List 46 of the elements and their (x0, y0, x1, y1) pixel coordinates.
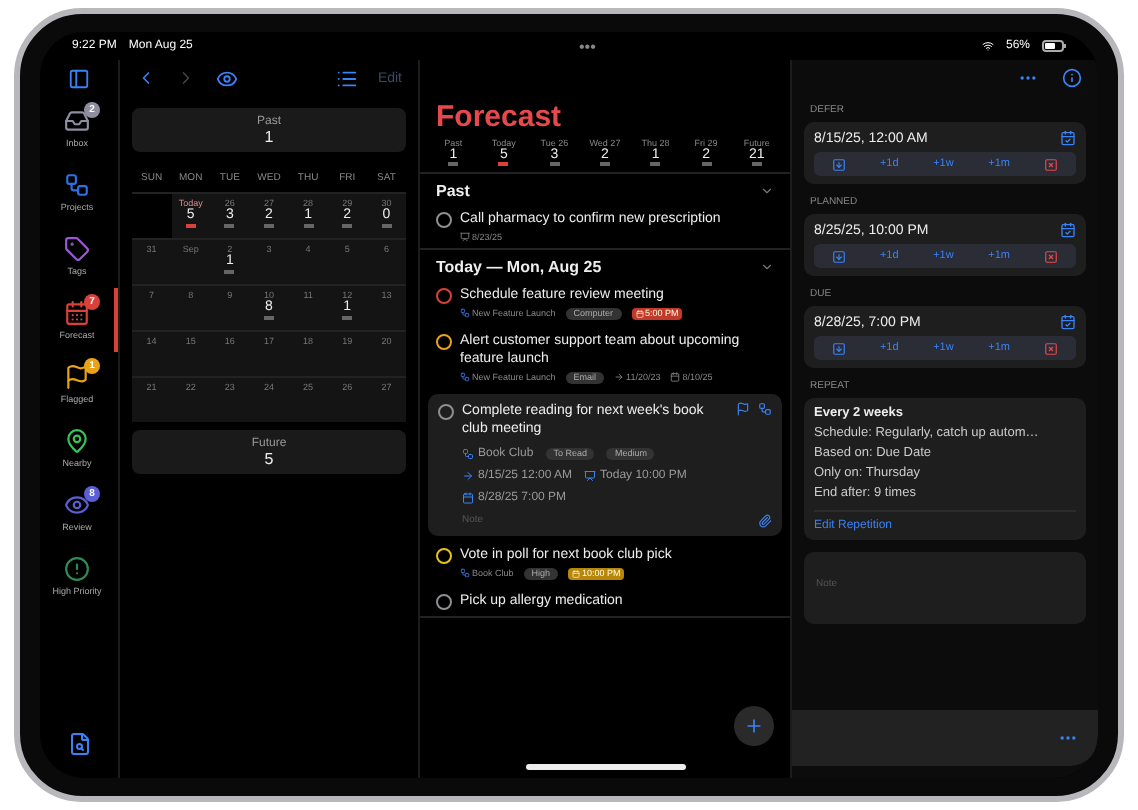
today-icon[interactable] (831, 341, 846, 355)
task-checkbox[interactable] (436, 593, 452, 609)
nodes-icon (460, 308, 470, 318)
arrow-icon (614, 372, 625, 382)
multitask-dots[interactable]: ••• (578, 37, 596, 55)
calendar-icon (462, 491, 474, 503)
battery-icon (1042, 40, 1066, 52)
nodes-icon (460, 372, 470, 382)
add-button[interactable] (734, 706, 774, 746)
task-checkbox[interactable] (436, 287, 452, 303)
chevron-icon[interactable] (760, 259, 774, 273)
clear-icon[interactable] (1044, 341, 1059, 355)
clear-icon[interactable] (1044, 249, 1059, 263)
calendar-icon[interactable] (1060, 222, 1076, 238)
nodes-icon (460, 568, 470, 578)
search-icon[interactable] (67, 732, 91, 756)
board-icon (460, 231, 470, 241)
calendar-icon (635, 309, 644, 317)
past-count: 1 (264, 127, 274, 145)
sidebar-toggle-icon[interactable] (68, 67, 90, 89)
plus-icon (744, 716, 764, 736)
task-checkbox[interactable] (436, 547, 452, 563)
calendar-icon[interactable] (1060, 130, 1076, 146)
page-title: Forecast (436, 100, 564, 134)
wifi-icon (981, 40, 994, 52)
clear-icon[interactable] (1044, 157, 1059, 171)
task-checkbox[interactable] (436, 333, 452, 349)
nodes-icon[interactable] (758, 401, 772, 415)
board-icon (584, 469, 597, 481)
today-icon[interactable] (831, 157, 846, 171)
calendar-icon[interactable] (1060, 314, 1076, 330)
eye-icon[interactable] (216, 67, 238, 89)
today-icon[interactable] (831, 249, 846, 263)
calendar-icon (572, 569, 581, 577)
info-icon[interactable] (1062, 68, 1082, 88)
paperclip-icon[interactable] (758, 513, 772, 527)
future-count: 5 (264, 449, 274, 467)
section-title: Past (436, 181, 470, 199)
calendar-icon (670, 372, 681, 382)
flag-icon[interactable] (736, 401, 750, 415)
nodes-icon (462, 447, 474, 459)
section-title: Today — Mon, Aug 25 (436, 257, 602, 275)
arrow-icon (462, 469, 474, 481)
chevron-icon[interactable] (760, 183, 774, 197)
task-checkbox[interactable] (436, 211, 452, 227)
task-checkbox[interactable] (438, 403, 454, 419)
